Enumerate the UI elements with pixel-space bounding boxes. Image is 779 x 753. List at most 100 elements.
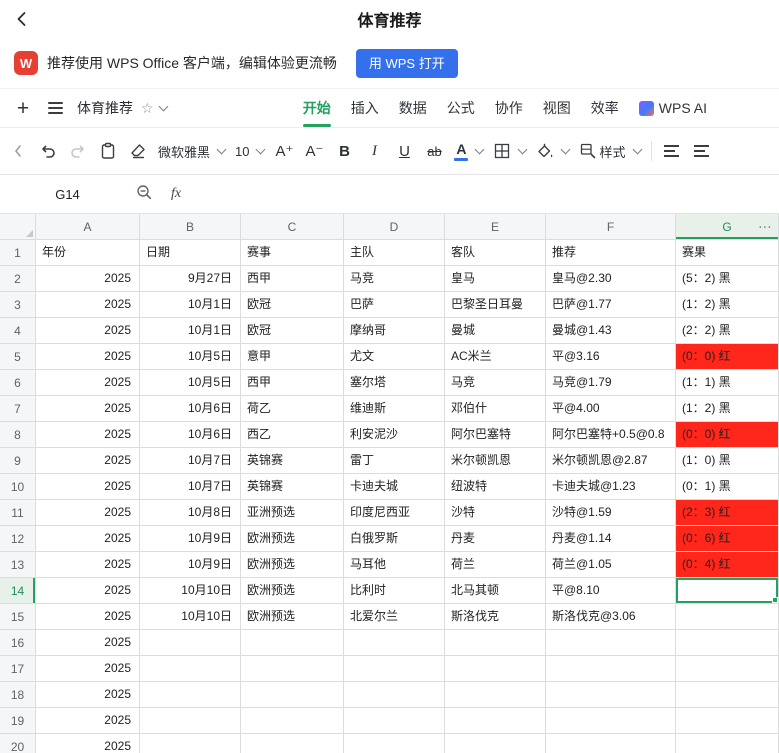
- cell-G11[interactable]: (2：3) 红: [676, 500, 779, 526]
- cell-D6[interactable]: 塞尔塔: [344, 370, 445, 396]
- tab-view[interactable]: 视图: [543, 89, 571, 127]
- cell-B11[interactable]: 10月8日: [140, 500, 241, 526]
- cell-F8[interactable]: 阿尔巴塞特+0.5@0.8: [546, 422, 676, 448]
- row-header-20[interactable]: 20: [0, 734, 36, 753]
- cell-A3[interactable]: 2025: [36, 292, 140, 318]
- row-header-10[interactable]: 10: [0, 474, 36, 500]
- cell-B15[interactable]: 10月10日: [140, 604, 241, 630]
- row-header-19[interactable]: 19: [0, 708, 36, 734]
- align-left-button[interactable]: [662, 136, 682, 166]
- cell-F2[interactable]: 皇马@2.30: [546, 266, 676, 292]
- cell-G15[interactable]: [676, 604, 779, 630]
- row-header-18[interactable]: 18: [0, 682, 36, 708]
- cell-B9[interactable]: 10月7日: [140, 448, 241, 474]
- cell-E4[interactable]: 曼城: [445, 318, 546, 344]
- cell-G1[interactable]: 赛果: [676, 240, 779, 266]
- cell-A5[interactable]: 2025: [36, 344, 140, 370]
- row-header-4[interactable]: 4: [0, 318, 36, 344]
- cell-C5[interactable]: 意甲: [241, 344, 344, 370]
- cell-D9[interactable]: 雷丁: [344, 448, 445, 474]
- fx-icon[interactable]: fx: [171, 186, 181, 202]
- cell-G3[interactable]: (1：2) 黑: [676, 292, 779, 318]
- cell-A1[interactable]: 年份: [36, 240, 140, 266]
- more-columns-button[interactable]: ⋯: [758, 218, 773, 235]
- cell-D13[interactable]: 马耳他: [344, 552, 445, 578]
- cell-B10[interactable]: 10月7日: [140, 474, 241, 500]
- row-header-12[interactable]: 12: [0, 526, 36, 552]
- cell-F18[interactable]: [546, 682, 676, 708]
- align-center-button[interactable]: [692, 136, 712, 166]
- chevron-down-icon[interactable]: [158, 102, 168, 112]
- cell-C8[interactable]: 西乙: [241, 422, 344, 448]
- star-favorite-icon[interactable]: ☆: [141, 101, 154, 115]
- cell-D18[interactable]: [344, 682, 445, 708]
- cell-A19[interactable]: 2025: [36, 708, 140, 734]
- cell-A12[interactable]: 2025: [36, 526, 140, 552]
- cell-D8[interactable]: 利安泥沙: [344, 422, 445, 448]
- cell-reference-box[interactable]: G14: [0, 187, 135, 202]
- cell-C13[interactable]: 欧洲预选: [241, 552, 344, 578]
- cell-A9[interactable]: 2025: [36, 448, 140, 474]
- cell-A13[interactable]: 2025: [36, 552, 140, 578]
- tab-data[interactable]: 数据: [399, 89, 427, 127]
- row-header-2[interactable]: 2: [0, 266, 36, 292]
- cell-E1[interactable]: 客队: [445, 240, 546, 266]
- cell-E17[interactable]: [445, 656, 546, 682]
- cell-F10[interactable]: 卡迪夫城@1.23: [546, 474, 676, 500]
- cell-D4[interactable]: 摩纳哥: [344, 318, 445, 344]
- tab-wps-ai[interactable]: WPS AI: [639, 89, 707, 127]
- cell-C19[interactable]: [241, 708, 344, 734]
- cell-D3[interactable]: 巴萨: [344, 292, 445, 318]
- cell-A18[interactable]: 2025: [36, 682, 140, 708]
- italic-button[interactable]: I: [364, 136, 384, 166]
- tab-collaborate[interactable]: 协作: [495, 89, 523, 127]
- undo-button[interactable]: [38, 136, 58, 166]
- cell-A15[interactable]: 2025: [36, 604, 140, 630]
- cell-D10[interactable]: 卡迪夫城: [344, 474, 445, 500]
- cell-A10[interactable]: 2025: [36, 474, 140, 500]
- cell-G9[interactable]: (1：0) 黑: [676, 448, 779, 474]
- column-header-D[interactable]: D: [344, 214, 445, 240]
- clear-format-eraser-icon[interactable]: [128, 136, 148, 166]
- cell-A14[interactable]: 2025: [36, 578, 140, 604]
- column-header-G[interactable]: G⋯: [676, 214, 779, 240]
- cell-F20[interactable]: [546, 734, 676, 753]
- cell-C15[interactable]: 欧洲预选: [241, 604, 344, 630]
- cell-A8[interactable]: 2025: [36, 422, 140, 448]
- cell-G12[interactable]: (0：6) 红: [676, 526, 779, 552]
- cell-F5[interactable]: 平@3.16: [546, 344, 676, 370]
- row-header-11[interactable]: 11: [0, 500, 36, 526]
- cell-B13[interactable]: 10月9日: [140, 552, 241, 578]
- zoom-out-icon[interactable]: [135, 183, 153, 206]
- cell-E11[interactable]: 沙特: [445, 500, 546, 526]
- cell-E3[interactable]: 巴黎圣日耳曼: [445, 292, 546, 318]
- column-header-E[interactable]: E: [445, 214, 546, 240]
- cell-C18[interactable]: [241, 682, 344, 708]
- cell-B8[interactable]: 10月6日: [140, 422, 241, 448]
- toolbar-scroll-left-icon[interactable]: [8, 136, 28, 166]
- cell-C9[interactable]: 英锦赛: [241, 448, 344, 474]
- cell-G17[interactable]: [676, 656, 779, 682]
- underline-button[interactable]: U: [394, 136, 414, 166]
- cell-D16[interactable]: [344, 630, 445, 656]
- cell-E8[interactable]: 阿尔巴塞特: [445, 422, 546, 448]
- cell-B16[interactable]: [140, 630, 241, 656]
- cell-B7[interactable]: 10月6日: [140, 396, 241, 422]
- tab-home[interactable]: 开始: [303, 89, 331, 127]
- cell-C20[interactable]: [241, 734, 344, 753]
- cell-E15[interactable]: 斯洛伐克: [445, 604, 546, 630]
- row-header-3[interactable]: 3: [0, 292, 36, 318]
- cell-B2[interactable]: 9月27日: [140, 266, 241, 292]
- cell-G2[interactable]: (5：2) 黑: [676, 266, 779, 292]
- tab-formulas[interactable]: 公式: [447, 89, 475, 127]
- column-header-B[interactable]: B: [140, 214, 241, 240]
- cell-E19[interactable]: [445, 708, 546, 734]
- cell-G5[interactable]: (0：0) 红: [676, 344, 779, 370]
- cell-C1[interactable]: 赛事: [241, 240, 344, 266]
- cell-D1[interactable]: 主队: [344, 240, 445, 266]
- cell-F11[interactable]: 沙特@1.59: [546, 500, 676, 526]
- font-size-select[interactable]: 10: [235, 136, 264, 166]
- cell-F16[interactable]: [546, 630, 676, 656]
- cell-C3[interactable]: 欧冠: [241, 292, 344, 318]
- row-header-5[interactable]: 5: [0, 344, 36, 370]
